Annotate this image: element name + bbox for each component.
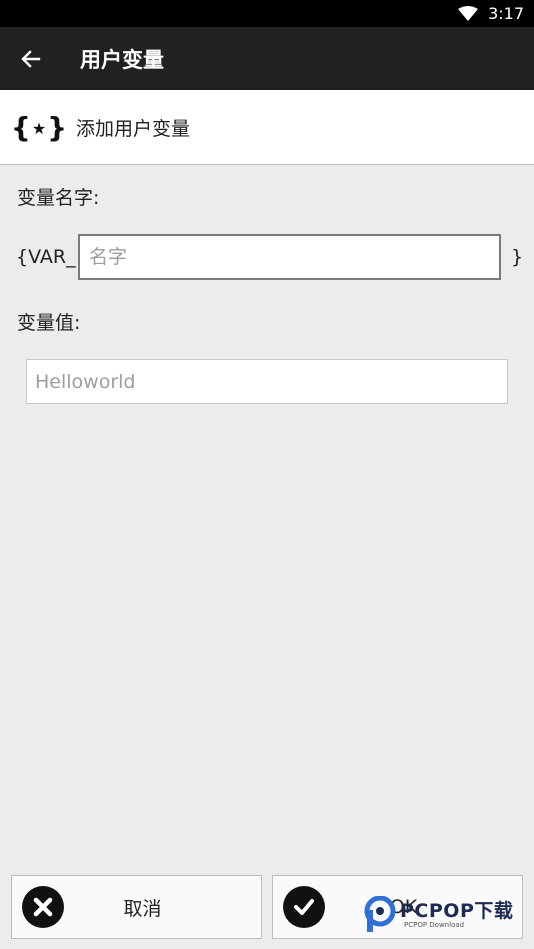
name-row: {VAR_ } (0, 234, 534, 280)
app-bar: 用户变量 (0, 27, 534, 90)
back-button[interactable] (0, 27, 62, 90)
wifi-icon (458, 5, 479, 22)
name-label: 变量名字: (17, 187, 100, 209)
cancel-button-label: 取消 (123, 897, 162, 920)
ok-button-label: OK (389, 896, 418, 918)
name-input[interactable] (78, 234, 501, 280)
page-title: 用户变量 (80, 47, 164, 72)
name-prefix: {VAR_ (16, 246, 76, 268)
value-input[interactable] (26, 359, 508, 404)
status-bar: 3:17 (0, 0, 534, 27)
name-suffix: } (511, 246, 524, 268)
cancel-button[interactable]: 取消 (11, 875, 262, 939)
check-icon (283, 886, 325, 928)
arrow-back-icon (21, 49, 41, 68)
dialog-header: {★} 添加用户变量 (0, 90, 534, 165)
close-icon (22, 886, 64, 928)
ok-button[interactable]: OK (272, 875, 523, 939)
clock: 3:17 (488, 4, 524, 23)
dialog-title: 添加用户变量 (76, 117, 191, 140)
variable-icon: {★} (10, 110, 68, 144)
value-label: 变量值: (17, 312, 81, 334)
